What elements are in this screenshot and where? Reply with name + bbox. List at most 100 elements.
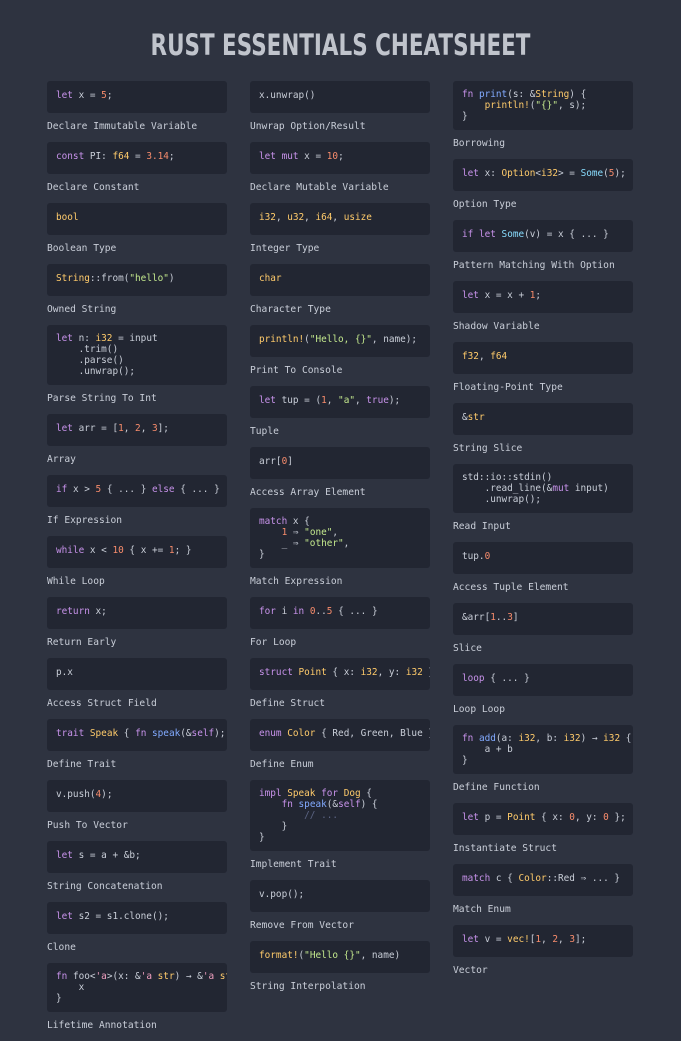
code-snippet: if x > 5 { ... } else { ... } xyxy=(47,475,227,507)
cheatsheet-entry: while x < 10 { x += 1; } While Loop xyxy=(47,536,227,587)
code-snippet: let p = Point { x: 0, y: 0 }; xyxy=(453,803,633,835)
entry-label: Define Struct xyxy=(250,698,326,709)
code-snippet: if let Some(v) = x { ... } xyxy=(453,220,633,252)
code-snippet: let x: Option<i32> = Some(5); xyxy=(453,159,633,191)
code-snippet: let mut x = 10; xyxy=(250,142,430,174)
code-snippet: return x; xyxy=(47,597,227,629)
entry-label: Declare Constant xyxy=(47,182,140,193)
code-snippet: v.push(4); xyxy=(47,780,227,812)
entry-label: Option Type xyxy=(453,199,517,210)
cheatsheet-entry: x.unwrap() Unwrap Option/Result xyxy=(250,81,430,132)
cheatsheet-entry: arr[0] Access Array Element xyxy=(250,447,430,498)
entry-label: Borrowing xyxy=(453,138,505,149)
code-snippet: String::from("hello") xyxy=(47,264,227,296)
code-snippet: &str xyxy=(453,403,633,435)
entry-label: Parse String To Int xyxy=(47,393,157,404)
entry-label: Shadow Variable xyxy=(453,321,540,332)
cheatsheet-entry: let p = Point { x: 0, y: 0 }; Instantiate… xyxy=(453,803,633,854)
entry-label: Access Array Element xyxy=(250,487,366,498)
code-snippet: match x { 1 ⇒ "one", _ ⇒ "other", } xyxy=(250,508,430,568)
code-snippet: println!("Hello, {}", name); xyxy=(250,325,430,357)
cheatsheet-entry: for i in 0..5 { ... } For Loop xyxy=(250,597,430,648)
entry-label: While Loop xyxy=(47,576,105,587)
code-snippet: let s = a + &b; xyxy=(47,841,227,873)
cheatsheet-entry: let mut x = 10; Declare Mutable Variable xyxy=(250,142,430,193)
entry-label: Character Type xyxy=(250,304,331,315)
cheatsheet-entry: const PI: f64 = 3.14; Declare Constant xyxy=(47,142,227,193)
entry-label: For Loop xyxy=(250,637,297,648)
cheatsheet-entry: fn add(a: i32, b: i32) → i32 { a + b } De… xyxy=(453,725,633,793)
cheatsheet-entry: p.x Access Struct Field xyxy=(47,658,227,709)
code-snippet: fn print(s: &String) { println!("{}", s)… xyxy=(453,81,633,130)
entry-label: Slice xyxy=(453,643,482,654)
page-title: RUST ESSENTIALS CHEATSHEET xyxy=(150,28,531,62)
entry-label: Loop Loop xyxy=(453,704,505,715)
cheatsheet-entry: let x = 5; Declare Immutable Variable xyxy=(47,81,227,132)
cheatsheet-entry: let tup = (1, "a", true); Tuple xyxy=(250,386,430,437)
cheatsheet-entry: trait Speak { fn speak(&self); } Define T… xyxy=(47,719,227,770)
code-snippet: i32, u32, i64, usize xyxy=(250,203,430,235)
cheatsheet-entry: f32, f64 Floating-Point Type xyxy=(453,342,633,393)
entry-label: Pattern Matching With Option xyxy=(453,260,615,271)
cheatsheet-entry: println!("Hello, {}", name); Print To Con… xyxy=(250,325,430,376)
cheatsheet-entry: let v = vec![1, 2, 3]; Vector xyxy=(453,925,633,976)
code-snippet: fn foo<'a>(x: &'a str) → &'a str { x } xyxy=(47,963,227,1012)
entry-label: Unwrap Option/Result xyxy=(250,121,366,132)
code-snippet: while x < 10 { x += 1; } xyxy=(47,536,227,568)
cheatsheet-entry: let s2 = s1.clone(); Clone xyxy=(47,902,227,953)
entry-label: Match Expression xyxy=(250,576,343,587)
code-snippet: let s2 = s1.clone(); xyxy=(47,902,227,934)
entry-label: Instantiate Struct xyxy=(453,843,557,854)
code-snippet: const PI: f64 = 3.14; xyxy=(47,142,227,174)
entry-label: Access Tuple Element xyxy=(453,582,569,593)
cheatsheet-entry: let s = a + &b; String Concatenation xyxy=(47,841,227,892)
code-snippet: let v = vec![1, 2, 3]; xyxy=(453,925,633,957)
cheatsheet-entry: String::from("hello") Owned String xyxy=(47,264,227,315)
code-snippet: arr[0] xyxy=(250,447,430,479)
cheatsheet-entry: std::io::stdin() .read_line(&mut input) … xyxy=(453,464,633,532)
code-snippet: let x = 5; xyxy=(47,81,227,113)
cheatsheet-entry: match x { 1 ⇒ "one", _ ⇒ "other", } Match… xyxy=(250,508,430,587)
cheatsheet-entry: struct Point { x: i32, y: i32 } Define St… xyxy=(250,658,430,709)
cheatsheet-entry: enum Color { Red, Green, Blue } Define En… xyxy=(250,719,430,770)
cheatsheet-entry: v.push(4); Push To Vector xyxy=(47,780,227,831)
entry-label: Define Trait xyxy=(47,759,117,770)
entry-label: String Concatenation xyxy=(47,881,163,892)
entry-label: Clone xyxy=(47,942,76,953)
entry-label: Access Struct Field xyxy=(47,698,157,709)
code-snippet: std::io::stdin() .read_line(&mut input) … xyxy=(453,464,633,513)
cheatsheet-entry: if x > 5 { ... } else { ... } If Expressi… xyxy=(47,475,227,526)
entry-label: Match Enum xyxy=(453,904,511,915)
entry-label: Define Enum xyxy=(250,759,314,770)
code-snippet: fn add(a: i32, b: i32) → i32 { a + b } xyxy=(453,725,633,774)
cheatsheet-entry: let n: i32 = input .trim() .parse() .unw… xyxy=(47,325,227,404)
code-snippet: let arr = [1, 2, 3]; xyxy=(47,414,227,446)
code-snippet: f32, f64 xyxy=(453,342,633,374)
cheatsheet-entry: match c { Color::Red ⇒ ... }Match Enum xyxy=(453,864,633,915)
code-snippet: let n: i32 = input .trim() .parse() .unw… xyxy=(47,325,227,385)
cheatsheet-entry: return x; Return Early xyxy=(47,597,227,648)
entry-label: Boolean Type xyxy=(47,243,117,254)
code-snippet: format!("Hello {}", name) xyxy=(250,941,430,973)
cheatsheet-entry: i32, u32, i64, usize Integer Type xyxy=(250,203,430,254)
code-snippet: loop { ... } xyxy=(453,664,633,696)
cheatsheet-entry: let x = x + 1; Shadow Variable xyxy=(453,281,633,332)
cheatsheet-entry: loop { ... } Loop Loop xyxy=(453,664,633,715)
code-snippet: x.unwrap() xyxy=(250,81,430,113)
entry-label: Define Function xyxy=(453,782,540,793)
code-snippet: char xyxy=(250,264,430,296)
cheatsheet-entry: let arr = [1, 2, 3]; Array xyxy=(47,414,227,465)
code-snippet: for i in 0..5 { ... } xyxy=(250,597,430,629)
code-snippet: let tup = (1, "a", true); xyxy=(250,386,430,418)
entry-label: Tuple xyxy=(250,426,279,437)
entry-label: Declare Immutable Variable xyxy=(47,121,198,132)
cheatsheet-entry: tup.0 Access Tuple Element xyxy=(453,542,633,593)
cheatsheet-entry: let x: Option<i32> = Some(5); Option Type xyxy=(453,159,633,210)
code-snippet: impl Speak for Dog { fn speak(&self) { /… xyxy=(250,780,430,851)
code-snippet: let x = x + 1; xyxy=(453,281,633,313)
entry-label: Vector xyxy=(453,965,488,976)
cheatsheet-entry: &arr[1..3] Slice xyxy=(453,603,633,654)
code-snippet: match c { Color::Red ⇒ ... } xyxy=(453,864,633,896)
entry-label: Push To Vector xyxy=(47,820,128,831)
entry-label: Integer Type xyxy=(250,243,320,254)
